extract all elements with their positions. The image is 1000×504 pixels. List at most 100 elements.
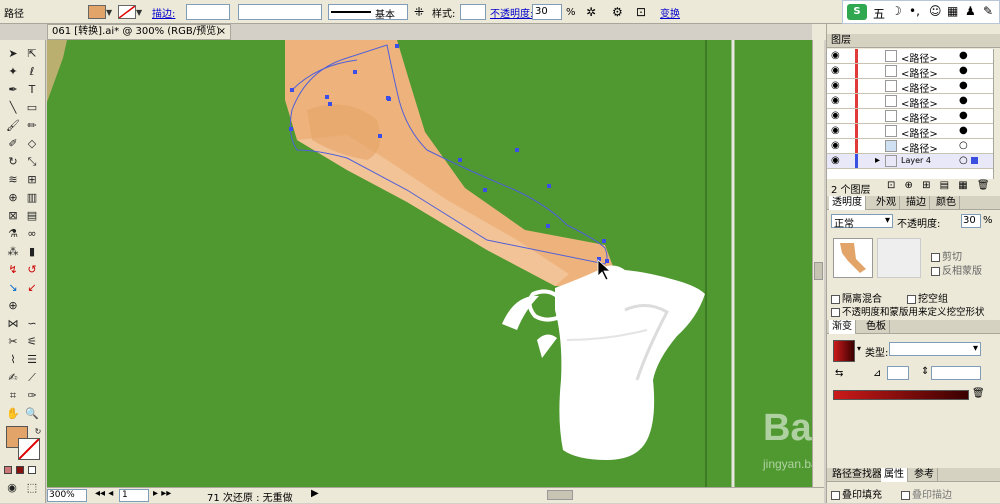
fill-swatch[interactable]: ▼: [88, 3, 112, 21]
chevron-down-icon[interactable]: ▼: [106, 8, 112, 17]
tab-gradient[interactable]: 渐变: [829, 320, 856, 334]
layer-name[interactable]: <路径>: [901, 140, 938, 155]
stroke-color-box[interactable]: [18, 438, 40, 460]
free-transform-tool-icon[interactable]: ⊞: [24, 172, 40, 188]
keyboard-icon[interactable]: ▦: [947, 4, 958, 18]
eye-icon[interactable]: ◉: [831, 65, 840, 76]
mask-empty-slot[interactable]: [877, 238, 921, 278]
invert-mask-checkbox[interactable]: [931, 266, 940, 276]
layer-name[interactable]: <路径>: [901, 125, 938, 140]
variable-width-dropdown[interactable]: [238, 3, 322, 21]
direct-selection-tool-icon[interactable]: ⇱: [24, 46, 40, 62]
gradient-swatch[interactable]: [833, 340, 855, 362]
eye-icon[interactable]: ◉: [831, 155, 840, 166]
zoom-field[interactable]: 300%: [47, 489, 87, 502]
opacity-value[interactable]: 30: [532, 4, 562, 20]
eraser-tool-icon[interactable]: ◇: [24, 136, 40, 152]
brush-definition-dropdown[interactable]: 基本: [328, 3, 408, 21]
symbol-sprayer-tool-icon[interactable]: ⁂: [5, 244, 21, 260]
selection-indicator[interactable]: [971, 157, 978, 164]
no-stroke-icon[interactable]: [118, 5, 136, 19]
gradient-type-dropdown[interactable]: ▾: [889, 342, 981, 356]
gear-icon[interactable]: ⚙: [612, 3, 623, 21]
gradient-mode-icon[interactable]: [16, 466, 24, 474]
slice-tool-icon[interactable]: ∽: [24, 316, 40, 332]
layer-row[interactable]: ◉ <路径> ●: [827, 109, 993, 125]
layer-row[interactable]: ◉ <路径> ●: [827, 124, 993, 140]
fill-color-swatch[interactable]: [88, 5, 106, 19]
wrench-icon[interactable]: ✎: [983, 4, 993, 18]
clip-checkbox[interactable]: [931, 252, 940, 262]
knockout-group-option[interactable]: 挖空组: [907, 290, 948, 305]
punctuation-icon[interactable]: •,: [909, 4, 920, 18]
eye-icon[interactable]: ◉: [831, 140, 840, 151]
moon-icon[interactable]: ☽: [891, 4, 902, 18]
layer-name[interactable]: <路径>: [901, 80, 938, 95]
blend-tool-icon[interactable]: ∞: [24, 226, 40, 242]
eye-icon[interactable]: ◉: [831, 80, 840, 91]
layer-name[interactable]: <路径>: [901, 110, 938, 125]
knockout-checkbox[interactable]: [907, 294, 916, 304]
tab-transparency[interactable]: 透明度: [829, 196, 866, 210]
target-icon[interactable]: ●: [959, 50, 968, 61]
isolate-checkbox[interactable]: [831, 294, 840, 304]
swap-fill-stroke-icon[interactable]: ↻: [30, 424, 46, 440]
page-field[interactable]: 1: [119, 489, 149, 502]
scale-tool-icon[interactable]: ⤡: [24, 154, 40, 170]
crop-tool-icon[interactable]: ⌗: [5, 388, 21, 404]
leg-shape[interactable]: [285, 40, 615, 288]
document-tab[interactable]: 061 [转换].ai* @ 300% (RGB/预览) ×: [47, 24, 231, 40]
layers-footer-icons[interactable]: ⊡ ⊕ ⊞ ▤ ▦ 🗑: [887, 180, 993, 191]
page-nav-icon[interactable]: ◂◂ ◂: [95, 488, 113, 499]
pen-tool-icon[interactable]: ✒: [5, 82, 21, 98]
invert-mask-option[interactable]: 反相蒙版: [931, 262, 982, 277]
shape-builder-tool-icon[interactable]: ⊕: [5, 190, 21, 206]
path-eraser-tool-icon[interactable]: ↙: [24, 280, 40, 296]
scissors-tool-icon[interactable]: ✂: [5, 334, 21, 350]
h-scrollbar-thumb[interactable]: [547, 490, 573, 500]
width-tool-icon[interactable]: ↯: [5, 262, 21, 278]
lasso-tool-icon[interactable]: ℓ: [24, 64, 40, 80]
reverse-gradient-icon[interactable]: ⇆: [835, 368, 843, 379]
overprint-fill-option[interactable]: 叠印填充: [831, 486, 882, 501]
crosshair-tool-icon[interactable]: ⊕: [5, 298, 21, 314]
artboard-canvas[interactable]: Bai 经验 jingyan.baidu.com: [47, 40, 812, 487]
transform-link[interactable]: 变换: [660, 3, 680, 21]
type-tool-icon[interactable]: T: [24, 82, 40, 98]
recolor-icon[interactable]: ✲: [586, 3, 596, 21]
screen-mode-icon[interactable]: ⬚: [24, 480, 40, 496]
shoe-shape[interactable]: [555, 265, 705, 461]
paintbrush-tool-icon[interactable]: 🖌: [5, 118, 21, 134]
left-shape-fragment[interactable]: [47, 40, 67, 102]
target-icon[interactable]: ●: [959, 65, 968, 76]
user-icon[interactable]: ♟: [965, 4, 976, 18]
chevron-down-icon[interactable]: ▾: [885, 215, 890, 226]
zoom-tool-icon[interactable]: 🔍: [24, 406, 40, 422]
layer-row-layer4[interactable]: ◉ ▸ Layer 4 ○: [827, 154, 993, 169]
mesh-tool-icon[interactable]: ⊠: [5, 208, 21, 224]
eye-icon[interactable]: ◉: [831, 110, 840, 121]
blob-brush-tool-icon[interactable]: ✐: [5, 136, 21, 152]
opacity-field[interactable]: 30: [532, 3, 562, 21]
delete-stop-icon[interactable]: 🗑: [972, 388, 985, 399]
selection-tool-icon[interactable]: ➤: [5, 46, 21, 62]
pen-alt-tool-icon[interactable]: ✑: [24, 388, 40, 404]
opacity-mask-shape-option[interactable]: 不透明度和蒙版用来定义挖空形状: [831, 304, 985, 318]
expand-triangle-icon[interactable]: ▸: [875, 155, 880, 166]
eyedropper-alt-tool-icon[interactable]: ✍: [5, 370, 21, 386]
layer-name[interactable]: <路径>: [901, 50, 938, 65]
gradient-slider-bar[interactable]: [833, 390, 969, 400]
tab-pathfinder[interactable]: 路径查找器: [829, 468, 886, 482]
target-icon[interactable]: ●: [959, 110, 968, 121]
stroke-link[interactable]: 描边:: [152, 3, 175, 21]
chevron-down-icon[interactable]: ▾: [973, 343, 978, 354]
stroke-weight-field[interactable]: [186, 3, 230, 21]
tab-color[interactable]: 颜色: [933, 196, 960, 210]
layer-row[interactable]: ◉ <路径> ○: [827, 139, 993, 155]
clip-option[interactable]: 剪切: [931, 248, 962, 263]
overprint-stroke-option[interactable]: 叠印描边: [901, 486, 952, 501]
dock-collapse-icon[interactable]: [812, 24, 826, 40]
tab-appearance[interactable]: 外观: [873, 196, 900, 210]
page-next-icon[interactable]: ▸ ▸▸: [153, 488, 171, 499]
target-icon[interactable]: ○: [959, 155, 968, 166]
